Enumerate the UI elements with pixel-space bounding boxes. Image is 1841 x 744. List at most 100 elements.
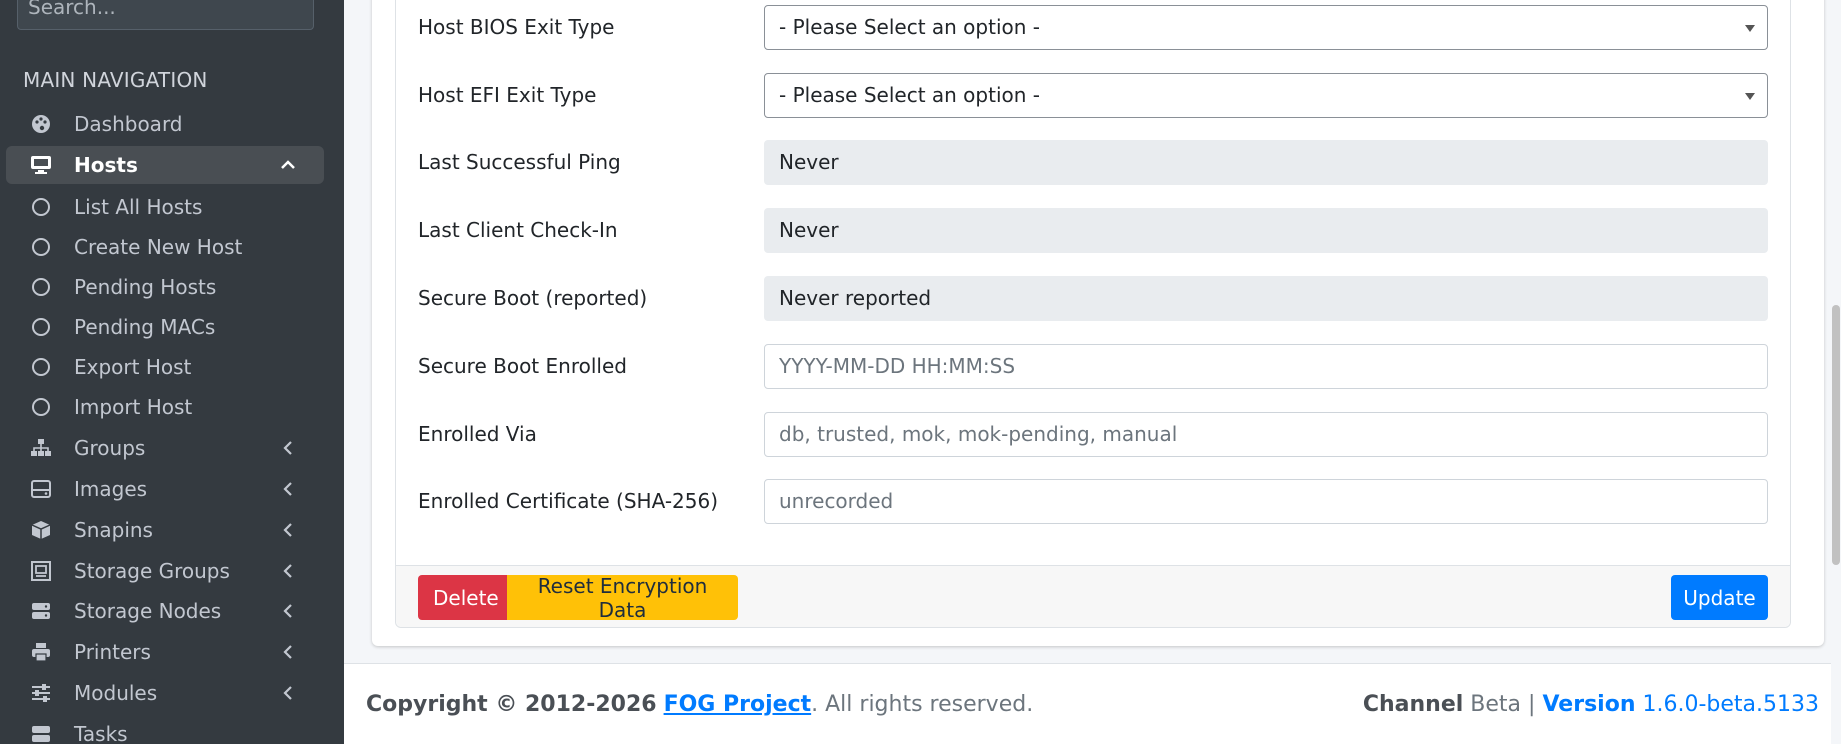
sidebar-item-label: Snapins xyxy=(74,518,153,542)
sidebar-item-modules[interactable]: Modules xyxy=(6,674,324,712)
chevron-left-icon xyxy=(276,603,300,619)
secure-boot-enrolled-input[interactable]: YYYY-MM-DD HH:MM:SS xyxy=(764,344,1768,389)
chevron-left-icon xyxy=(276,563,300,579)
form-row-bios-exit-type: Host BIOS Exit Type - Please Select an o… xyxy=(418,5,1768,51)
sidebar-item-list-all-hosts[interactable]: List All Hosts xyxy=(6,188,324,226)
chevron-left-icon xyxy=(276,644,300,660)
version-info: Channel Beta | Version 1.6.0-beta.5133 xyxy=(1363,692,1819,717)
circle-icon xyxy=(28,278,54,296)
chevron-up-icon xyxy=(276,160,300,170)
sidebar-item-export-host[interactable]: Export Host xyxy=(6,348,324,386)
sidebar-item-images[interactable]: Images xyxy=(6,470,324,508)
sidebar-item-import-host[interactable]: Import Host xyxy=(6,388,324,426)
sidebar-item-label: Hosts xyxy=(74,153,138,177)
form-row-enrolled-via: Enrolled Via db, trusted, mok, mok-pendi… xyxy=(418,412,1768,458)
sidebar-item-dashboard[interactable]: Dashboard xyxy=(6,105,324,143)
field-label: Enrolled Via xyxy=(418,422,537,446)
archive-icon xyxy=(28,561,54,581)
circle-icon xyxy=(28,198,54,216)
field-label: Last Client Check-In xyxy=(418,218,618,242)
sidebar-item-label: Storage Nodes xyxy=(74,599,222,623)
channel-value: Beta xyxy=(1470,692,1522,717)
update-button[interactable]: Update xyxy=(1671,575,1768,620)
form-row-enrolled-certificate: Enrolled Certificate (SHA-256) unrecorde… xyxy=(418,479,1768,525)
sidebar-item-label: Printers xyxy=(74,640,151,664)
box-icon xyxy=(28,520,54,540)
nav-header: MAIN NAVIGATION xyxy=(23,68,208,92)
copyright: Copyright © 2012-2026 FOG Project. All r… xyxy=(366,692,1033,717)
sidebar-item-label: Pending Hosts xyxy=(74,275,217,299)
sidebar-item-snapins[interactable]: Snapins xyxy=(6,511,324,549)
page-scrollbar[interactable] xyxy=(1831,0,1841,744)
circle-icon xyxy=(28,238,54,256)
sidebar-item-label: List All Hosts xyxy=(74,195,203,219)
separator: | xyxy=(1528,692,1536,717)
chevron-left-icon xyxy=(276,440,300,456)
sidebar-item-label: Pending MACs xyxy=(74,315,216,339)
sidebar-item-groups[interactable]: Groups xyxy=(6,429,324,467)
rights-text: . All rights reserved. xyxy=(811,692,1034,717)
caret-down-icon xyxy=(1745,25,1755,32)
sidebar-item-storage-nodes[interactable]: Storage Nodes xyxy=(6,592,324,630)
sidebar-item-label: Create New Host xyxy=(74,235,243,259)
fog-project-link[interactable]: FOG Project xyxy=(664,692,812,717)
sidebar-item-label: Export Host xyxy=(74,355,192,379)
sidebar: Search... MAIN NAVIGATION Dashboard Host… xyxy=(0,0,344,744)
bios-exit-type-select[interactable]: - Please Select an option - xyxy=(764,5,1768,50)
select-value: - Please Select an option - xyxy=(779,15,1040,39)
form-row-secure-boot-enrolled: Secure Boot Enrolled YYYY-MM-DD HH:MM:SS xyxy=(418,344,1768,390)
form-row-last-checkin: Last Client Check-In Never xyxy=(418,208,1768,254)
desktop-icon xyxy=(28,155,54,175)
version-label: Version xyxy=(1542,692,1636,717)
version-value: 1.6.0-beta.5133 xyxy=(1642,692,1819,717)
form-row-efi-exit-type: Host EFI Exit Type - Please Select an op… xyxy=(418,73,1768,119)
circle-icon xyxy=(28,358,54,376)
enrolled-via-input[interactable]: db, trusted, mok, mok-pending, manual xyxy=(764,412,1768,457)
circle-icon xyxy=(28,398,54,416)
circle-icon xyxy=(28,318,54,336)
field-label: Enrolled Certificate (SHA-256) xyxy=(418,489,719,513)
sidebar-item-create-new-host[interactable]: Create New Host xyxy=(6,228,324,266)
sidebar-item-hosts[interactable]: Hosts xyxy=(6,146,324,184)
sidebar-item-tasks[interactable]: Tasks xyxy=(6,715,324,744)
sidebar-item-storage-groups[interactable]: Storage Groups xyxy=(6,552,324,590)
printer-icon xyxy=(28,642,54,662)
hdd-icon xyxy=(28,480,54,498)
select-value: - Please Select an option - xyxy=(779,83,1040,107)
sidebar-item-pending-hosts[interactable]: Pending Hosts xyxy=(6,268,324,306)
field-label: Host EFI Exit Type xyxy=(418,83,597,107)
delete-button[interactable]: Delete xyxy=(418,575,507,620)
reset-encryption-button[interactable]: Reset Encryption Data xyxy=(507,574,738,622)
sliders-icon xyxy=(28,684,54,702)
chevron-left-icon xyxy=(276,481,300,497)
field-label: Host BIOS Exit Type xyxy=(418,15,615,39)
chevron-left-icon xyxy=(276,685,300,701)
sidebar-item-label: Images xyxy=(74,477,148,501)
form-row-last-ping: Last Successful Ping Never xyxy=(418,140,1768,186)
field-label: Secure Boot Enrolled xyxy=(418,354,627,378)
scrollbar-thumb[interactable] xyxy=(1832,305,1840,565)
sidebar-item-printers[interactable]: Printers xyxy=(6,633,324,671)
sidebar-item-pending-macs[interactable]: Pending MACs xyxy=(6,308,324,346)
tasks-icon xyxy=(28,725,54,743)
page-footer: Copyright © 2012-2026 FOG Project. All r… xyxy=(344,663,1841,744)
field-label: Last Successful Ping xyxy=(418,150,621,174)
copyright-text: Copyright © 2012-2026 xyxy=(366,692,657,717)
channel-label: Channel xyxy=(1362,692,1464,717)
sidebar-item-label: Tasks xyxy=(74,722,128,744)
enrolled-certificate-input[interactable]: unrecorded xyxy=(764,479,1768,524)
last-ping-field: Never xyxy=(764,140,1768,185)
secure-boot-reported-field: Never reported xyxy=(764,276,1768,321)
caret-down-icon xyxy=(1745,93,1755,100)
server-icon xyxy=(28,601,54,621)
last-checkin-field: Never xyxy=(764,208,1768,253)
sidebar-item-label: Import Host xyxy=(74,395,193,419)
field-label: Secure Boot (reported) xyxy=(418,286,648,310)
efi-exit-type-select[interactable]: - Please Select an option - xyxy=(764,73,1768,118)
palette-icon xyxy=(28,114,54,134)
sitemap-icon xyxy=(28,439,54,457)
sidebar-item-label: Dashboard xyxy=(74,112,183,136)
sidebar-search-input[interactable]: Search... xyxy=(17,0,314,30)
sidebar-item-label: Storage Groups xyxy=(74,559,230,583)
chevron-left-icon xyxy=(276,522,300,538)
